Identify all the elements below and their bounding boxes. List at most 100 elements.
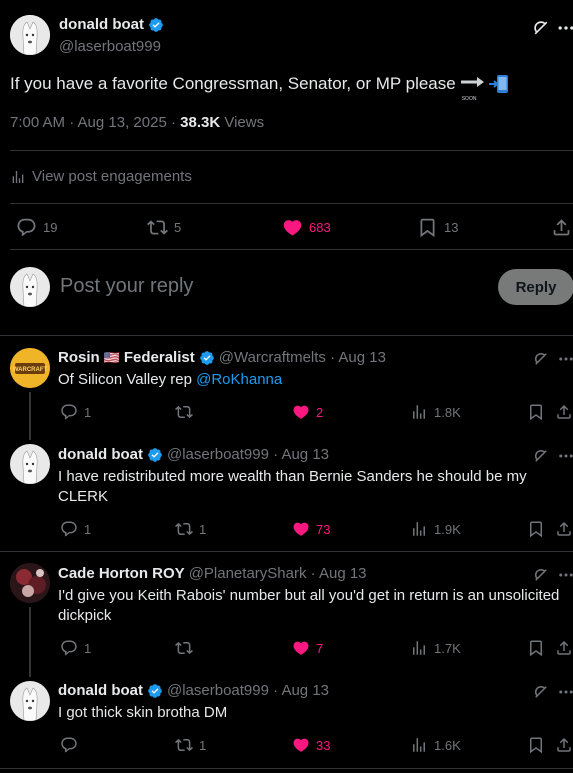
like-action[interactable]: 7 [292, 639, 323, 657]
reply-action[interactable]: 19 [16, 217, 57, 238]
author-handle[interactable]: @laserboat999 [59, 38, 161, 55]
grok-icon[interactable] [532, 447, 550, 465]
divider [0, 768, 573, 769]
reply-icon [60, 520, 78, 538]
views-action[interactable]: 1.7K [410, 639, 461, 657]
reply-text: Of Silicon Valley rep @RoKhanna [58, 370, 282, 390]
grok-icon[interactable] [531, 18, 551, 38]
bookmark-action[interactable]: 13 [417, 217, 458, 238]
author-name[interactable]: donald boat [58, 446, 143, 463]
dog-avatar-icon [10, 15, 50, 55]
reply-icon [60, 736, 78, 754]
reply-count: 19 [43, 220, 58, 235]
reply-action[interactable]: 1 [60, 520, 91, 538]
verified-badge-icon [147, 447, 163, 463]
meta-separator: · [166, 114, 181, 131]
more-icon[interactable] [557, 566, 573, 584]
reply-action[interactable] [60, 736, 84, 754]
repost-icon [175, 520, 193, 538]
repost-action[interactable]: 1 [175, 736, 206, 754]
bookmark-icon[interactable] [527, 403, 545, 421]
views-icon [410, 403, 428, 421]
share-icon[interactable] [555, 639, 573, 657]
divider [10, 203, 573, 204]
like-action[interactable]: 73 [292, 520, 330, 538]
views-label: Views [220, 114, 265, 131]
author-name[interactable]: donald boat [58, 682, 143, 699]
grok-icon[interactable] [532, 683, 550, 701]
grok-icon[interactable] [532, 350, 550, 368]
reply-input[interactable]: Post your reply [60, 275, 193, 298]
warcraft-logo-icon: WARCRAFT [10, 348, 50, 388]
views-action[interactable]: 1.8K [410, 403, 461, 421]
divider [0, 335, 573, 336]
divider [10, 249, 573, 250]
author-handle[interactable]: @PlanetaryShark · Aug 13 [189, 565, 367, 582]
dog-avatar-icon [10, 444, 50, 484]
author-name[interactable]: donald boat [59, 16, 144, 33]
more-icon[interactable] [557, 447, 573, 465]
reply-count: 1 [84, 640, 92, 656]
share-icon[interactable] [555, 736, 573, 754]
share-icon[interactable] [555, 520, 573, 538]
repost-action[interactable] [175, 403, 199, 421]
share-icon[interactable] [555, 403, 573, 421]
like-action[interactable]: 683 [282, 217, 331, 238]
share-action[interactable] [551, 217, 572, 238]
views-count: 38.3K [180, 114, 221, 131]
phone-arrow-icon [488, 73, 510, 95]
views-count: 1.8K [434, 404, 461, 420]
repost-action[interactable] [175, 639, 199, 657]
thread-line [29, 607, 31, 677]
mention-link[interactable]: @RoKhanna [196, 371, 282, 388]
author-handle[interactable]: @Warcraftmelts · Aug 13 [219, 349, 386, 366]
reply-button[interactable]: Reply [498, 269, 573, 305]
reply-count: 1 [84, 404, 92, 420]
repost-icon [147, 217, 168, 238]
views-count: 1.9K [434, 521, 461, 537]
more-icon[interactable] [556, 18, 573, 38]
repost-icon [175, 736, 193, 754]
divider [10, 150, 573, 151]
repost-icon [175, 403, 193, 421]
views-icon [410, 736, 428, 754]
author-handle[interactable]: @laserboat999 · Aug 13 [167, 682, 329, 699]
reply-icon [16, 217, 37, 238]
reply-action[interactable]: 1 [60, 403, 91, 421]
repost-action[interactable]: 1 [175, 520, 206, 538]
like-action[interactable]: 33 [292, 736, 330, 754]
avatar[interactable] [10, 563, 50, 603]
repost-action[interactable]: 5 [147, 217, 181, 238]
reply-icon [60, 639, 78, 657]
author-name[interactable]: Cade Horton ROY [58, 565, 185, 582]
more-icon[interactable] [557, 350, 573, 368]
post-time[interactable]: 7:00 AM · Aug 13, 2025 [10, 114, 167, 131]
avatar[interactable] [10, 15, 50, 55]
like-action[interactable]: 2 [292, 403, 323, 421]
like-count: 2 [316, 404, 324, 420]
views-count: 1.6K [434, 737, 461, 753]
avatar[interactable]: WARCRAFT [10, 348, 50, 388]
verified-badge-icon [148, 17, 164, 33]
author-name[interactable]: Rosin [58, 349, 100, 366]
bookmark-icon[interactable] [527, 639, 545, 657]
avatar[interactable] [10, 681, 50, 721]
reply-action[interactable]: 1 [60, 639, 91, 657]
view-engagements-link[interactable]: View post engagements [10, 168, 192, 185]
bookmark-icon[interactable] [527, 736, 545, 754]
grok-icon[interactable] [532, 566, 550, 584]
views-action[interactable]: 1.9K [410, 520, 461, 538]
views-action[interactable]: 1.6K [410, 736, 461, 754]
photo-avatar-icon [10, 563, 50, 603]
author-name-suffix[interactable]: Federalist [124, 349, 195, 366]
post-text: If you have a favorite Congressman, Sena… [10, 74, 456, 93]
views-icon [10, 169, 26, 185]
more-icon[interactable] [557, 683, 573, 701]
author-handle[interactable]: @laserboat999 · Aug 13 [167, 446, 329, 463]
heart-icon [292, 403, 310, 421]
bookmark-icon [417, 217, 438, 238]
avatar[interactable] [10, 444, 50, 484]
bookmark-icon[interactable] [527, 520, 545, 538]
dog-avatar-icon [10, 681, 50, 721]
verified-badge-icon [147, 683, 163, 699]
